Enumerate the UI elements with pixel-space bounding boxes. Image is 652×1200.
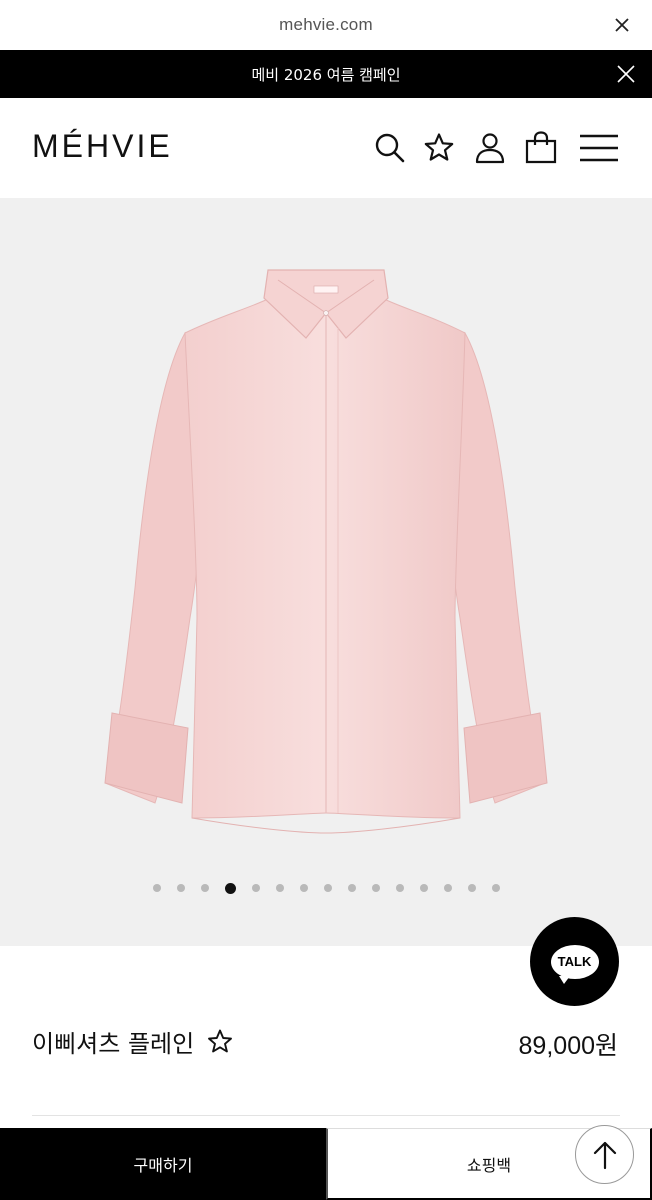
promo-text[interactable]: 메비 2026 여름 캠페인 xyxy=(251,64,400,85)
promo-close-icon[interactable] xyxy=(614,62,638,86)
scroll-top-button[interactable] xyxy=(575,1125,634,1184)
product-title-row: 이삐셔츠 플레인 xyxy=(32,1024,234,1059)
browser-url-bar[interactable]: mehvie.com xyxy=(0,0,652,50)
slide-dot[interactable] xyxy=(152,884,161,892)
slide-dot-active[interactable] xyxy=(224,882,236,894)
slide-dot[interactable] xyxy=(200,884,209,892)
slide-dot[interactable] xyxy=(323,884,332,892)
slide-dot[interactable] xyxy=(419,884,428,892)
slide-dot[interactable] xyxy=(443,884,452,892)
product-gallery[interactable] xyxy=(0,198,652,946)
star-icon[interactable] xyxy=(422,131,456,165)
close-icon[interactable] xyxy=(614,17,630,33)
menu-icon[interactable] xyxy=(578,131,620,165)
url-text[interactable]: mehvie.com xyxy=(279,15,373,35)
shopping-bag-icon[interactable] xyxy=(524,131,558,165)
slide-dot[interactable] xyxy=(251,884,260,892)
slide-dot[interactable] xyxy=(347,884,356,892)
promo-banner[interactable]: 메비 2026 여름 캠페인 xyxy=(0,50,652,98)
wishlist-star-icon[interactable] xyxy=(206,1028,234,1056)
product-price: 89,000원 xyxy=(518,1032,618,1060)
search-icon[interactable] xyxy=(373,131,407,165)
product-name: 이삐셔츠 플레인 xyxy=(32,1030,195,1058)
slide-dot[interactable] xyxy=(176,884,185,892)
slide-dot[interactable] xyxy=(491,884,500,892)
arrow-up-icon xyxy=(593,1141,616,1169)
slide-dot[interactable] xyxy=(275,884,284,892)
slide-dot[interactable] xyxy=(467,884,476,892)
talk-label: TALK xyxy=(557,954,592,969)
brand-logo[interactable]: MÉHVIE xyxy=(32,128,173,165)
slide-indicator xyxy=(0,882,652,894)
divider xyxy=(32,1115,620,1116)
slide-dot[interactable] xyxy=(299,884,308,892)
buy-button[interactable]: 구매하기 xyxy=(0,1128,326,1200)
chat-bubble-icon: TALK xyxy=(550,944,599,984)
user-icon[interactable] xyxy=(473,131,507,165)
site-header: MÉHVIE xyxy=(0,98,652,198)
slide-dot[interactable] xyxy=(395,884,404,892)
slide-dot[interactable] xyxy=(371,884,380,892)
kakao-talk-button[interactable]: TALK xyxy=(530,917,619,1006)
product-image[interactable] xyxy=(100,258,552,878)
